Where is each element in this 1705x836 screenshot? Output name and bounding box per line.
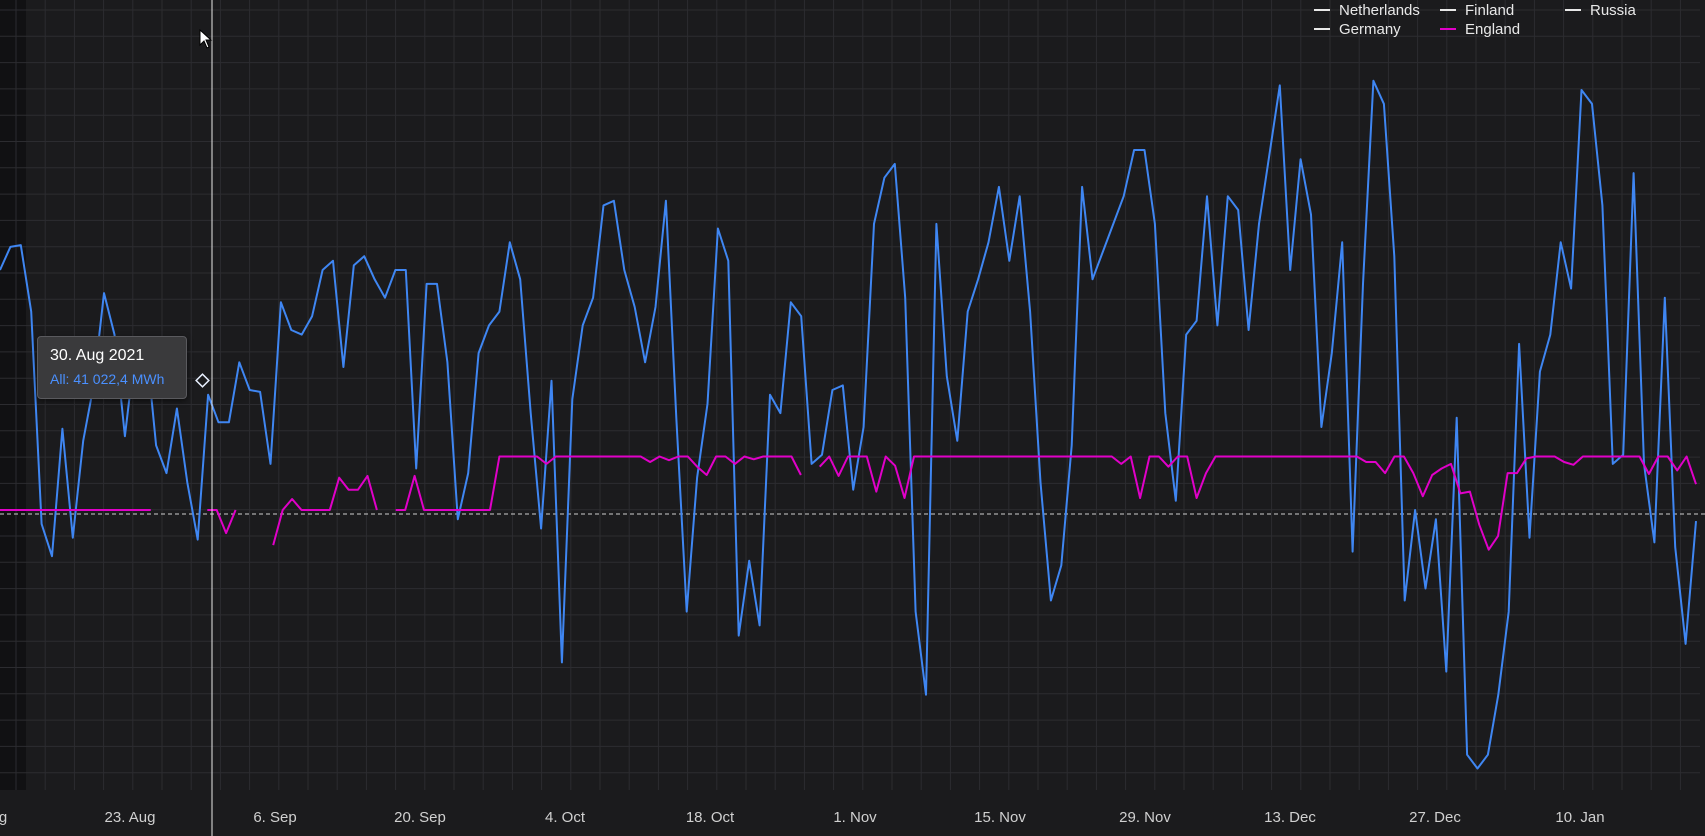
tooltip: 30. Aug 2021 All: 41 022,4 MWh — [37, 336, 187, 399]
x-tick-label: 23. Aug — [105, 809, 156, 826]
legend-label: Russia — [1590, 2, 1637, 19]
x-tick-label: 6. Sep — [253, 809, 296, 826]
x-tick-label: 13. Dec — [1264, 809, 1316, 826]
x-tick-label: g — [0, 809, 7, 826]
chart-area[interactable]: g 23. Aug 6. Sep 20. Sep 4. Oct 18. Oct 1. Nov… — [0, 0, 1705, 836]
legend-label: Finland — [1465, 2, 1514, 19]
x-tick-label: 20. Sep — [394, 809, 446, 826]
x-tick-label: 15. Nov — [974, 809, 1026, 826]
x-tick-label: 29. Nov — [1119, 809, 1171, 826]
legend-label: Netherlands — [1339, 2, 1420, 19]
tooltip-value: All: 41 022,4 MWh — [50, 371, 165, 387]
x-tick-label: 10. Jan — [1555, 809, 1604, 826]
x-tick-label: 27. Dec — [1409, 809, 1461, 826]
x-tick-label: 18. Oct — [686, 809, 735, 826]
mouse-pointer-icon — [199, 29, 213, 49]
tooltip-date: 30. Aug 2021 — [50, 347, 145, 364]
chart-background — [0, 0, 1705, 836]
legend-label: Germany — [1339, 21, 1401, 38]
line-chart[interactable]: g 23. Aug 6. Sep 20. Sep 4. Oct 18. Oct 1. Nov… — [0, 0, 1705, 836]
x-tick-label: 1. Nov — [833, 809, 877, 826]
x-tick-label: 4. Oct — [545, 809, 586, 826]
legend-label: England — [1465, 21, 1520, 38]
left-shadow-band — [0, 0, 26, 790]
